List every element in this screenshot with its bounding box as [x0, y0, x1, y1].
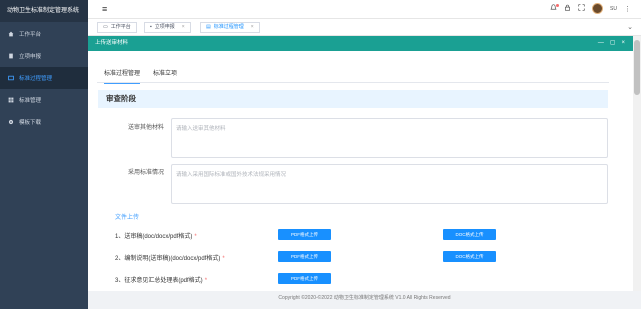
scrollbar-thumb[interactable]	[634, 40, 640, 95]
fullscreen-icon[interactable]	[578, 4, 585, 13]
sidebar-item-label: 立项申报	[19, 54, 42, 60]
close-icon[interactable]: ×	[621, 36, 625, 51]
hamburger-icon[interactable]: ≡	[102, 5, 107, 14]
maximize-icon[interactable]: ▢	[610, 36, 616, 51]
required-mark: *	[204, 278, 208, 284]
field-label-standard-adoption: 采用标准情况	[127, 170, 164, 176]
footer-copyright: Copyright ©2020-©2022 动物卫生标准制定管理系统 V1.0 …	[278, 295, 451, 301]
gear-icon	[8, 119, 14, 125]
dialog-title: 上传送审材料	[95, 40, 129, 46]
other-materials-textarea[interactable]: 请输入送审其他材料	[171, 118, 608, 158]
monitor-icon: ▭	[103, 24, 108, 30]
sidebar-item-template-download[interactable]: 模板下载	[0, 111, 88, 133]
lock-icon[interactable]	[564, 4, 571, 13]
sidebar-item-project-application[interactable]: 立项申报	[0, 45, 88, 67]
sidebar-item-workbench[interactable]: 工作平台	[0, 23, 88, 45]
scrollbar[interactable]	[633, 36, 641, 291]
field-label-other-materials: 送审其他材料	[127, 125, 164, 131]
standard-adoption-textarea[interactable]: 请输入采用国际标准或国外技术法规采用情况	[171, 164, 608, 204]
app-title: 动物卫生标准制定管理系统	[0, 0, 88, 22]
tag-label: 标准过程管理	[213, 24, 244, 30]
more-icon[interactable]: ⋮	[624, 5, 631, 13]
upload-dialog: 上传送审材料 — ▢ × 标准过程管理 标准立项 审查阶段 送审其他材料 请输入…	[88, 36, 633, 291]
file-label-feedback-summary: 3、征求意见汇总处理表(pdf格式) *	[115, 275, 207, 284]
sidebar-item-standard-management[interactable]: 标准管理	[0, 89, 88, 111]
sidebar-item-label: 标准过程管理	[19, 76, 53, 82]
top-navbar: ≡ SU ⋮	[88, 0, 641, 19]
tag-label: 工作平台	[110, 24, 131, 30]
file-label-text: 1、送审稿(doc/docx/pdf格式)	[115, 234, 193, 240]
required-mark: *	[222, 256, 225, 262]
doc-icon	[8, 53, 14, 59]
sidebar-item-process-management[interactable]: 标准过程管理	[0, 67, 88, 89]
list-icon	[8, 75, 14, 81]
sidebar-item-label: 模板下载	[19, 120, 42, 126]
tag-label: 立项申报	[154, 24, 175, 30]
tags-view: ▭ 工作平台 ▪ 立项申报 × ▤ 标准过程管理 × ⌄	[88, 19, 641, 36]
pdf-upload-button-feedback-summary[interactable]: PDF格式上传	[278, 273, 331, 284]
chevron-down-icon[interactable]: ⌄	[627, 23, 633, 31]
header-actions: SU ⋮	[550, 3, 631, 14]
dialog-header: 上传送审材料 — ▢ ×	[88, 36, 633, 51]
sidebar-item-label: 工作平台	[19, 32, 42, 38]
tabs-divider	[97, 82, 609, 83]
tag-workbench[interactable]: ▭ 工作平台	[97, 22, 137, 33]
tag-process-management[interactable]: ▤ 标准过程管理 ×	[200, 22, 260, 33]
dialog-controls: — ▢ ×	[598, 36, 625, 51]
section-title: 审查阶段	[98, 90, 608, 108]
file-label-draft: 1、送审稿(doc/docx/pdf格式) *	[115, 231, 197, 240]
home-icon	[8, 31, 14, 37]
user-name[interactable]: SU	[610, 6, 617, 12]
pdf-upload-button-draft[interactable]: PDF格式上传	[278, 229, 331, 240]
file-label-text: 3、征求意见汇总处理表(pdf格式)	[115, 278, 203, 284]
tag-project-application[interactable]: ▪ 立项申报 ×	[144, 22, 191, 33]
doc-upload-button-draft[interactable]: DOC格式上传	[443, 229, 496, 240]
file-label-explanation: 2、编制说明(送审稿)(doc/docx/pdf格式) *	[115, 253, 225, 262]
avatar[interactable]	[592, 3, 604, 14]
sidebar-item-label: 标准管理	[19, 98, 42, 104]
pdf-upload-button-explanation[interactable]: PDF格式上传	[278, 251, 331, 262]
close-icon[interactable]: ×	[251, 23, 254, 32]
close-icon[interactable]: ×	[182, 23, 185, 32]
upload-section-title: 文件上传	[115, 215, 140, 221]
list-icon: ▤	[206, 24, 211, 30]
bell-icon[interactable]	[550, 4, 560, 13]
doc-upload-button-explanation[interactable]: DOC格式上传	[443, 251, 496, 262]
sidebar: 动物卫生标准制定管理系统 工作平台 立项申报 标准过程管理 标准管理 模板下载	[0, 0, 88, 309]
file-label-text: 2、编制说明(送审稿)(doc/docx/pdf格式)	[115, 256, 221, 262]
table-icon	[8, 97, 14, 103]
required-mark: *	[194, 234, 197, 240]
doc-icon: ▪	[150, 24, 152, 30]
minimize-icon[interactable]: —	[598, 36, 604, 51]
